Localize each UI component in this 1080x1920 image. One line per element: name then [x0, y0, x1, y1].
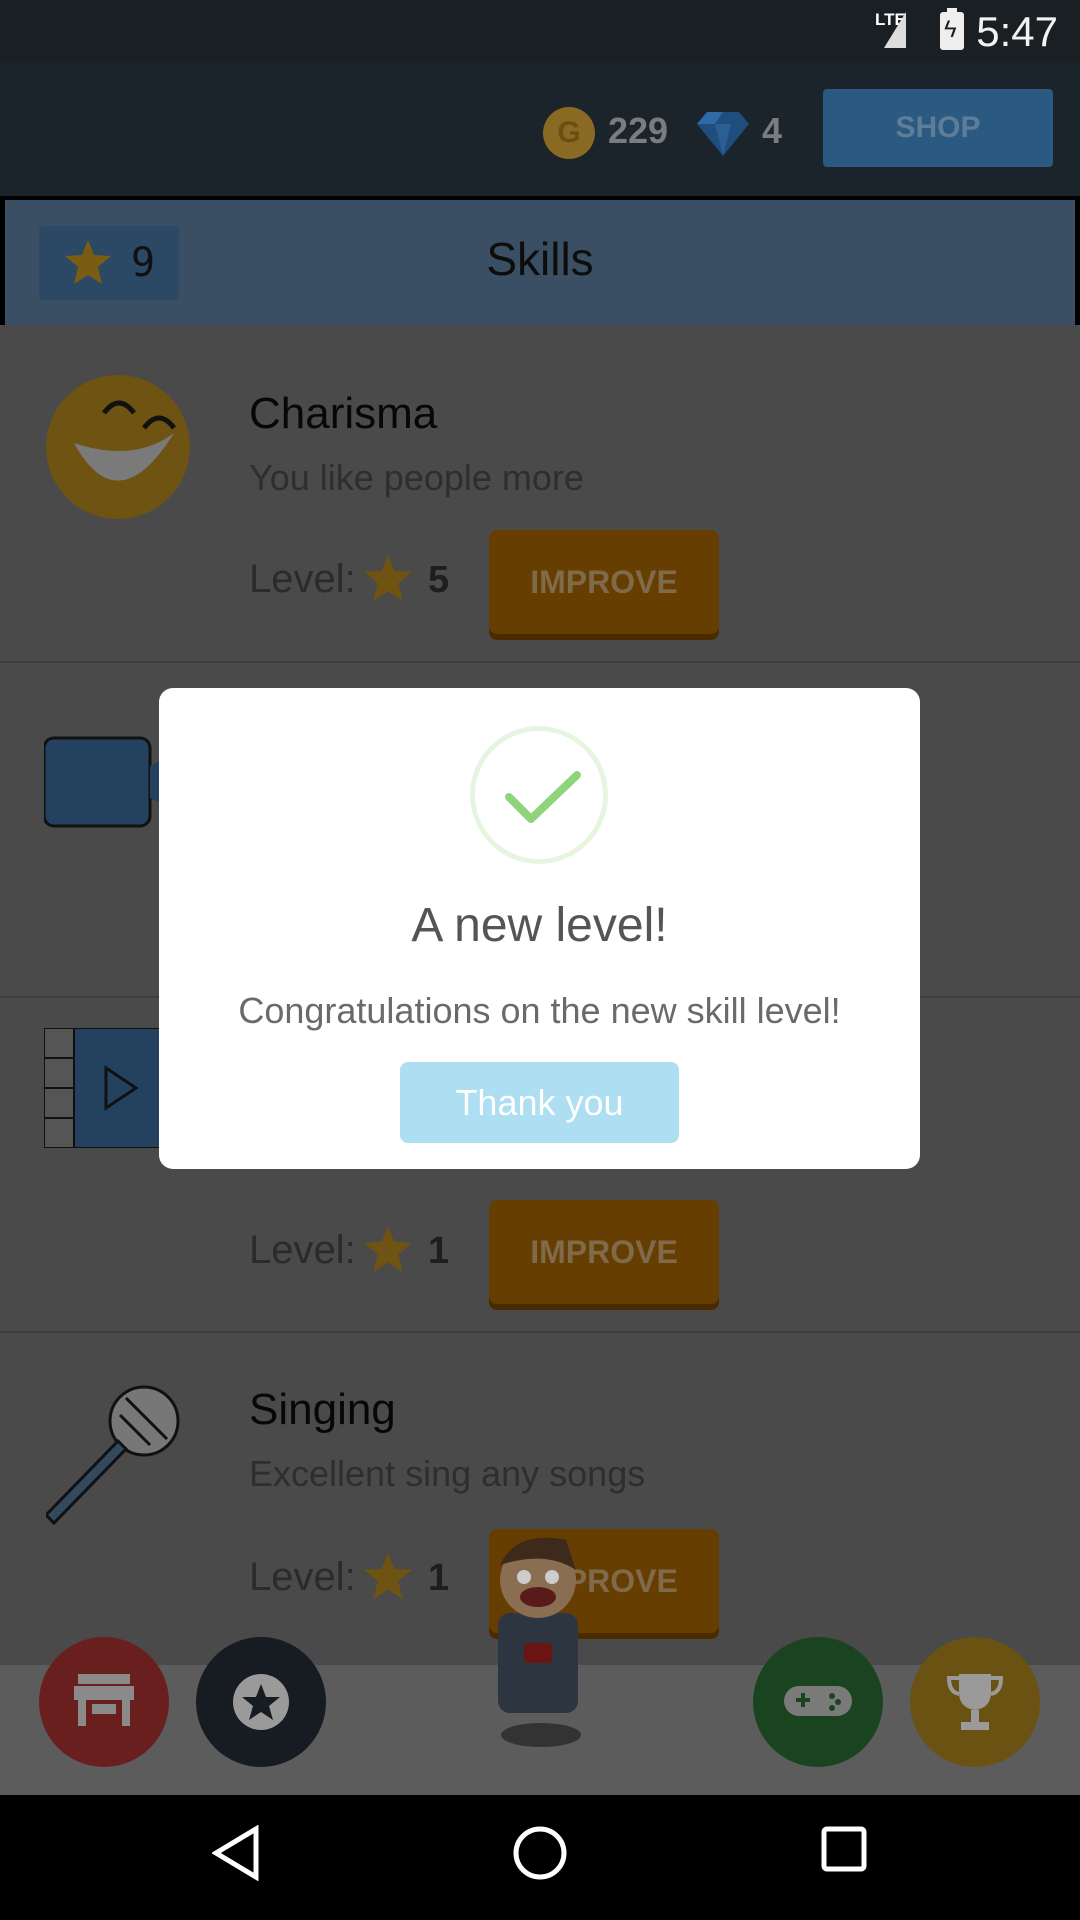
back-icon[interactable] [212, 1825, 260, 1881]
level-value: 5 [428, 559, 450, 601]
dialog-message: Congratulations on the new skill level! [238, 990, 841, 1031]
level-value: 1 [428, 1230, 450, 1272]
improve-button[interactable]: IMPROVE [489, 1200, 719, 1304]
coin-icon: G [543, 107, 595, 159]
signal-icon [884, 12, 906, 48]
diamond-icon [697, 112, 749, 156]
laughing-face-icon [46, 375, 190, 519]
store-icon [74, 1674, 134, 1726]
skill-description: Excellent sing any songs [249, 1453, 646, 1494]
gamepad-icon [784, 1686, 852, 1716]
star-icon [364, 1553, 412, 1599]
star-icon [364, 1226, 412, 1272]
recent-apps-icon[interactable] [820, 1825, 868, 1873]
battery-icon: ϟ [940, 8, 964, 50]
level-up-dialog: A new level! Congratulations on the new … [159, 688, 920, 1169]
level-label: Level: [249, 557, 356, 601]
games-button[interactable] [753, 1637, 883, 1767]
favorites-button[interactable] [196, 1637, 326, 1767]
improve-button[interactable]: IMPROVE [489, 530, 719, 634]
home-icon[interactable] [512, 1825, 568, 1881]
thank-you-button[interactable]: Thank you [400, 1062, 679, 1143]
system-nav-bar [0, 1795, 1080, 1920]
gem-count: 4 [762, 110, 783, 151]
page-title: Skills [486, 233, 594, 285]
achievements-button[interactable] [910, 1637, 1040, 1767]
level-label: Level: [249, 1555, 356, 1599]
star-icon [364, 555, 412, 601]
avatar-character[interactable] [486, 1525, 596, 1750]
store-button[interactable] [39, 1637, 169, 1767]
skills-header: 9 Skills [5, 200, 1075, 325]
clock: 5:47 [976, 8, 1058, 55]
skill-row: Charisma You like people more Level: 5 I… [0, 325, 1080, 663]
checkmark-icon [505, 771, 581, 823]
microphone-icon [46, 1385, 180, 1526]
dialog-title: A new level! [411, 899, 668, 952]
status-bar: LTE ϟ 5:47 [0, 0, 1080, 63]
level-value: 1 [428, 1557, 450, 1599]
shop-button[interactable]: SHOP [823, 89, 1053, 167]
skill-name: Charisma [249, 389, 438, 438]
success-check-ring [470, 726, 608, 864]
trophy-icon [946, 1674, 1004, 1730]
level-label: Level: [249, 1228, 356, 1272]
coin-count: 229 [608, 110, 669, 151]
star-circle-icon [233, 1674, 289, 1730]
skill-description: You like people more [249, 457, 584, 498]
skill-name: Singing [249, 1385, 396, 1434]
